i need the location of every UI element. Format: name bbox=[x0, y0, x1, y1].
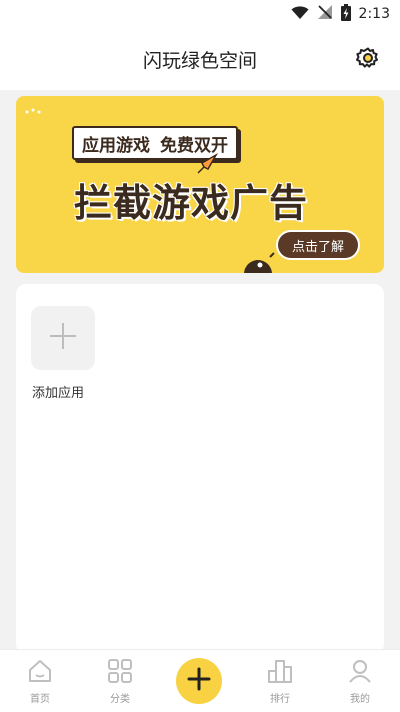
nav-label-home: 首页 bbox=[30, 694, 50, 705]
status-icons: 2:13 bbox=[291, 3, 390, 25]
nav-item-profile[interactable]: 我的 bbox=[330, 658, 390, 705]
wifi-icon bbox=[291, 5, 309, 24]
sparkle-icon bbox=[24, 102, 42, 121]
mascot-icon bbox=[240, 248, 276, 273]
nav-label-categories: 分类 bbox=[110, 694, 130, 705]
ranking-icon bbox=[267, 658, 293, 688]
banner-tag-left: 应用游戏 bbox=[82, 135, 150, 156]
status-bar: 2:13 bbox=[0, 0, 400, 28]
bottom-nav: 首页 分类 排行 我的 bbox=[0, 649, 400, 712]
add-app-button[interactable] bbox=[31, 306, 95, 370]
home-icon bbox=[27, 658, 53, 688]
promo-banner[interactable]: 应用游戏 免费双开 拦截游戏广告 点击了解 bbox=[16, 96, 384, 273]
nav-label-profile: 我的 bbox=[350, 694, 370, 705]
add-button[interactable] bbox=[176, 658, 222, 704]
app-header: 闪玩绿色空间 bbox=[0, 28, 400, 90]
page-title: 闪玩绿色空间 bbox=[142, 50, 257, 72]
battery-charging-icon bbox=[340, 3, 351, 25]
status-time: 2:13 bbox=[358, 6, 390, 22]
no-signal-icon bbox=[317, 4, 333, 24]
grid-icon bbox=[107, 658, 133, 688]
nav-item-ranking[interactable]: 排行 bbox=[250, 658, 310, 705]
nav-item-categories[interactable]: 分类 bbox=[90, 658, 150, 705]
app-list-card: 添加应用 bbox=[16, 284, 384, 654]
learn-more-button[interactable]: 点击了解 bbox=[277, 232, 358, 258]
nav-label-ranking: 排行 bbox=[270, 694, 290, 705]
add-app-label: 添加应用 bbox=[32, 386, 85, 401]
gear-icon bbox=[356, 46, 380, 74]
user-icon bbox=[347, 658, 373, 688]
settings-button[interactable] bbox=[354, 46, 382, 74]
banner-headline: 拦截游戏广告 bbox=[74, 181, 309, 225]
plus-icon bbox=[187, 667, 211, 695]
nav-item-home[interactable]: 首页 bbox=[10, 658, 70, 705]
plus-icon bbox=[48, 321, 78, 355]
